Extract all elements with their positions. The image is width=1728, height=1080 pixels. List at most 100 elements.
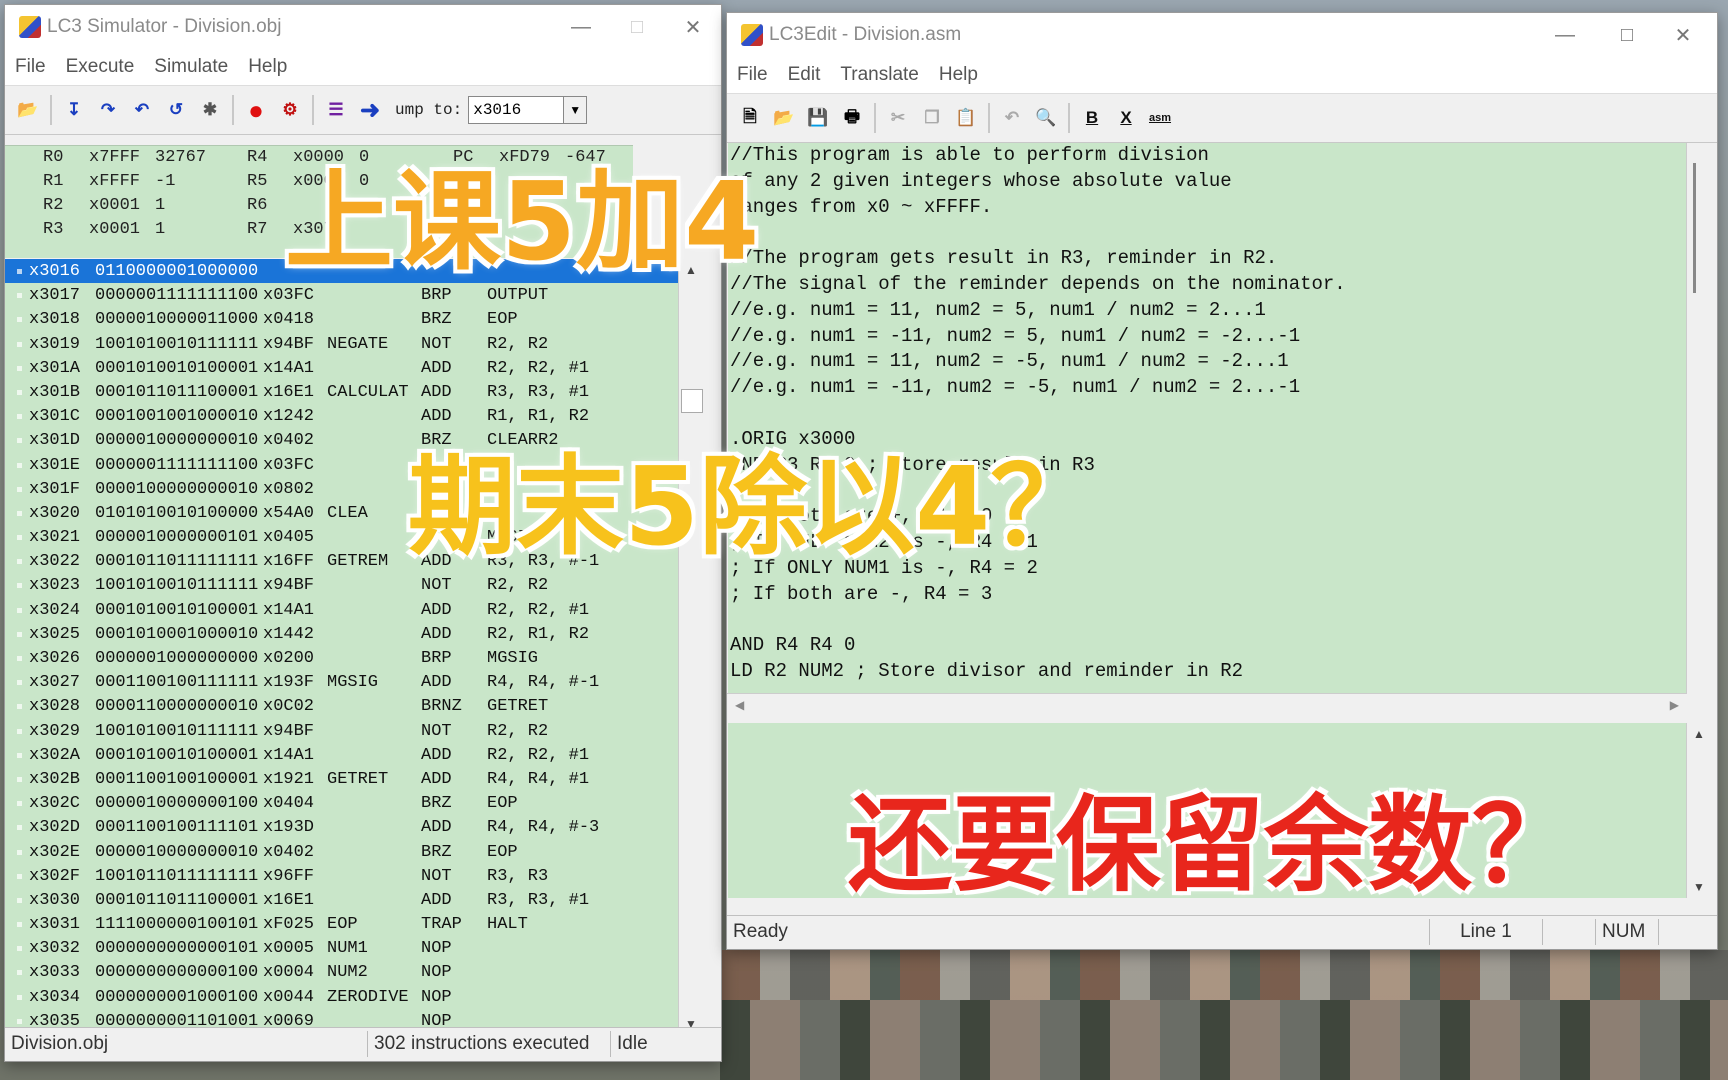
step-into-icon[interactable]: ↶	[127, 94, 157, 126]
memory-row[interactable]: x3032 0000000000000101 x0005 NUM1 NOP	[5, 936, 700, 960]
undo-icon[interactable]: ↶	[997, 102, 1027, 134]
breakpoint-marker[interactable]	[17, 510, 22, 516]
jump-arrow-icon[interactable]: ➜	[355, 94, 385, 126]
memory-row[interactable]: x3034 0000000001000100 x0044 ZERODIVE NOP	[5, 985, 700, 1009]
memory-row[interactable]: x3026 0000001000000000 x0200 BRP MGSIG	[5, 646, 700, 670]
breakpoint-marker[interactable]	[17, 389, 22, 395]
breakpoint-marker[interactable]	[17, 849, 22, 855]
scroll-right-icon[interactable]: ▶	[1670, 698, 1679, 712]
memory-row[interactable]: x3024 0001010010100001 x14A1 ADD R2, R2, #1	[5, 598, 700, 622]
breakpoint-marker[interactable]	[17, 752, 22, 758]
breakpoint-marker[interactable]	[17, 438, 22, 444]
breakpoint-marker[interactable]	[17, 922, 22, 928]
memory-row[interactable]: x3023 1001010010111111 x94BF NOT R2, R2	[5, 573, 700, 597]
breakpoint-marker[interactable]	[17, 801, 22, 807]
memory-row[interactable]: x3029 1001010010111111 x94BF NOT R2, R2	[5, 719, 700, 743]
memory-row[interactable]: x3028 0000110000000010 x0C02 BRNZ GETRET	[5, 694, 700, 718]
menu-file[interactable]: File	[5, 56, 56, 78]
breakpoint-marker[interactable]	[17, 680, 22, 686]
stop-icon[interactable]: ✱	[195, 94, 225, 126]
breakpoint-marker[interactable]	[17, 269, 22, 274]
breakpoint-marker[interactable]	[17, 535, 22, 541]
copy-icon[interactable]: ❐	[917, 102, 947, 134]
breakpoint-marker[interactable]	[17, 825, 22, 831]
print-icon[interactable]: 🖶	[837, 102, 867, 134]
open-folder-icon[interactable]: 📂	[13, 94, 43, 126]
breakpoint-marker[interactable]	[17, 317, 22, 323]
menu-translate[interactable]: Translate	[830, 64, 929, 86]
jump-to-input[interactable]: x3016	[468, 96, 565, 124]
breakpoint-marker[interactable]	[17, 897, 22, 903]
memory-row[interactable]: x3025 0001010001000010 x1442 ADD R2, R1, R2	[5, 622, 700, 646]
minimize-button[interactable]: —	[1537, 13, 1593, 57]
memory-row[interactable]: x301B 0001011011100001 x16E1 CALCULAT ADD R3,…	[5, 380, 700, 404]
cut-icon[interactable]: ✂	[883, 102, 913, 134]
code-editor[interactable]: //This program is able to perform divisi…	[728, 143, 1688, 693]
memory-row[interactable]: x302C 0000010000000100 x0404 BRZ EOP	[5, 791, 700, 815]
breakpoint-marker[interactable]	[17, 776, 22, 782]
memory-row[interactable]: x3033 0000000000000100 x0004 NUM2 NOP	[5, 960, 700, 984]
scroll-up-icon[interactable]: ▲	[1687, 723, 1711, 745]
scroll-thumb[interactable]	[1693, 163, 1696, 293]
find-icon[interactable]: 🔍	[1031, 102, 1061, 134]
menu-help[interactable]: Help	[929, 64, 988, 86]
chevron-down-icon[interactable]: ▼	[564, 96, 588, 124]
step-out-icon[interactable]: ↺	[161, 94, 191, 126]
memory-row[interactable]: x3018 0000010000011000 x0418 BRZ EOP	[5, 307, 700, 331]
run-icon[interactable]: ↧	[59, 94, 89, 126]
memory-row[interactable]: x3030 0001011011100001 x16E1 ADD R3, R3, #1	[5, 888, 700, 912]
open-folder-icon[interactable]: 📂	[769, 102, 799, 134]
breakpoint-marker[interactable]	[17, 583, 22, 589]
memory-row[interactable]: x3027 0001100100111111 x193F MGSIG ADD R4, R4…	[5, 670, 700, 694]
menu-help[interactable]: Help	[238, 56, 297, 78]
breakpoint-marker[interactable]	[17, 559, 22, 565]
close-button[interactable]: ✕	[1655, 13, 1711, 57]
memory-row[interactable]: x302F 1001011011111111 x96FF NOT R3, R3	[5, 864, 700, 888]
breakpoint-marker[interactable]	[17, 946, 22, 952]
build-x-icon[interactable]: X	[1111, 102, 1141, 134]
step-over-icon[interactable]: ↷	[93, 94, 123, 126]
memory-row[interactable]: x301A 0001010010100001 x14A1 ADD R2, R2, #1	[5, 356, 700, 380]
memory-row[interactable]: x3019 1001010010111111 x94BF NEGATE NOT R2, R…	[5, 332, 700, 356]
breakpoint-marker[interactable]	[17, 462, 22, 468]
editor-scrollbar[interactable]	[1686, 143, 1711, 693]
memory-row[interactable]: x302E 0000010000000010 x0402 BRZ EOP	[5, 840, 700, 864]
output-scrollbar[interactable]: ▲ ▼	[1686, 723, 1711, 898]
breakpoint-marker[interactable]	[17, 704, 22, 710]
build-b-icon[interactable]: B	[1077, 102, 1107, 134]
maximize-button[interactable]: □	[1599, 13, 1655, 57]
breakpoint-marker[interactable]	[17, 728, 22, 734]
memory-row[interactable]: x3031 1111000000100101 xF025 EOP TRAP HALT	[5, 912, 700, 936]
memory-row[interactable]: x302B 0001100100100001 x1921 GETRET ADD R4, R…	[5, 767, 700, 791]
scroll-left-icon[interactable]: ◀	[735, 698, 744, 712]
editor-hscrollbar[interactable]: ◀ ▶	[727, 693, 1687, 720]
memory-scrollbar[interactable]: ▲ ▼	[678, 259, 703, 1035]
breakpoint-marker[interactable]	[17, 631, 22, 637]
scroll-thumb[interactable]	[681, 389, 703, 413]
paste-icon[interactable]: 📋	[951, 102, 981, 134]
breakpoint-marker[interactable]	[17, 1018, 22, 1024]
memory-icon[interactable]: ☰	[321, 94, 351, 126]
breakpoint-marker[interactable]	[17, 365, 22, 371]
clear-breakpoints-icon[interactable]: ⚙	[275, 94, 305, 126]
breakpoint-marker[interactable]	[17, 970, 22, 976]
close-button[interactable]: ✕	[665, 5, 721, 49]
breakpoint-marker[interactable]	[17, 994, 22, 1000]
scroll-down-icon[interactable]: ▼	[1687, 876, 1711, 898]
new-file-icon[interactable]: 🗎	[735, 102, 765, 134]
minimize-button[interactable]: —	[553, 5, 609, 49]
breakpoint-marker[interactable]	[17, 414, 22, 420]
breakpoint-marker[interactable]	[17, 873, 22, 879]
menu-execute[interactable]: Execute	[56, 56, 145, 78]
breakpoint-marker[interactable]	[17, 486, 22, 492]
breakpoint-marker[interactable]	[17, 293, 22, 299]
menu-simulate[interactable]: Simulate	[144, 56, 238, 78]
menu-file[interactable]: File	[727, 64, 778, 86]
memory-row[interactable]: x302A 0001010010100001 x14A1 ADD R2, R2, #1	[5, 743, 700, 767]
breakpoint-marker[interactable]	[17, 607, 22, 613]
breakpoint-marker[interactable]	[17, 341, 22, 347]
breakpoint-marker[interactable]	[17, 656, 22, 661]
breakpoint-icon[interactable]: ●	[241, 94, 271, 126]
menu-edit[interactable]: Edit	[778, 64, 831, 86]
build-asm-icon[interactable]: asm	[1145, 102, 1175, 134]
